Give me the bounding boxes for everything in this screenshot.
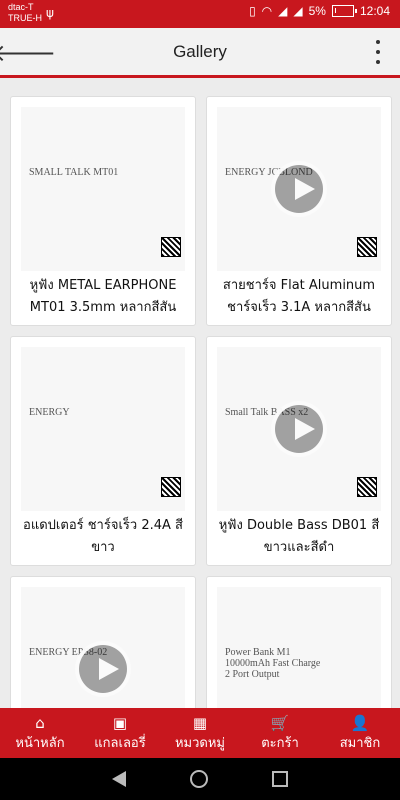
- more-vertical-icon: [376, 40, 380, 44]
- gallery-card[interactable]: ENERGY อแดปเตอร์ ชาร์จเร็ว 2.4A สีขาว: [10, 336, 196, 566]
- gallery-card-title: หูฟัง Double Bass DB01 สีขาวและสีดำ: [218, 518, 380, 555]
- gallery-card-title: อแดปเตอร์ ชาร์จเร็ว 2.4A สีขาว: [23, 518, 183, 555]
- carrier-secondary: TRUE-H: [8, 13, 42, 23]
- gallery-grid: SMALL TALK MT01 หูฟัง METAL EARPHONE MT01…: [10, 96, 392, 708]
- status-bar: dtac-T TRUE-H ψ ▯ ◠ ◢ ◢ 5% 12:04: [0, 0, 400, 28]
- nav-label: แกลเลอรี่: [94, 735, 146, 751]
- status-icons: ▯ ◠ ◢ ◢ 5% 12:04: [249, 4, 390, 18]
- gallery-card[interactable]: SMALL TALK MT01 หูฟัง METAL EARPHONE MT01…: [10, 96, 196, 326]
- more-options-button[interactable]: [374, 40, 382, 64]
- nav-item-grid[interactable]: ▦ หมวดหมู่: [160, 708, 240, 758]
- play-video-icon[interactable]: [271, 401, 327, 457]
- battery-percent: 5%: [308, 4, 326, 18]
- home-icon: ⌂: [35, 713, 45, 732]
- nav-label: หน้าหลัก: [15, 735, 65, 751]
- page-title: Gallery: [173, 42, 227, 61]
- system-recents-button[interactable]: [272, 771, 288, 787]
- image-icon: ▣: [112, 713, 128, 732]
- thumbnail-caption: ENERGY: [29, 407, 70, 418]
- carrier-primary: dtac-T: [8, 2, 34, 12]
- app-bar: 🡐 Gallery: [0, 28, 400, 78]
- cart-icon: 🛒: [270, 713, 290, 732]
- thumbnail-caption: Power Bank M1 10000mAh Fast Charge 2 Por…: [225, 647, 321, 680]
- wifi-icon: ◠: [261, 4, 273, 18]
- qr-code-icon: [161, 237, 181, 257]
- gallery-card[interactable]: Power Bank M1 10000mAh Fast Charge 2 Por…: [206, 576, 392, 708]
- signal-icon: ◢: [278, 4, 288, 18]
- bottom-nav: ⌂ หน้าหลัก ▣ แกลเลอรี่ ▦ หมวดหมู่ 🛒 ตะกร้า 👤 สมาช…: [0, 708, 400, 758]
- battery-fill: [334, 8, 336, 13]
- gallery-thumbnail[interactable]: ENERGY JCBLOND: [217, 107, 381, 271]
- qr-code-icon: [357, 477, 377, 497]
- gallery-card-title: สายชาร์จ Flat Aluminum ชาร์จเร็ว 3.1A หล…: [222, 278, 376, 315]
- gallery-card[interactable]: ENERGY JCBLOND สายชาร์จ Flat Aluminum ชาร…: [206, 96, 392, 326]
- system-back-button[interactable]: [112, 771, 126, 787]
- play-video-icon[interactable]: [271, 161, 327, 217]
- gallery-thumbnail[interactable]: SMALL TALK MT01: [21, 107, 185, 271]
- system-home-button[interactable]: [190, 770, 208, 788]
- nav-item-image[interactable]: ▣ แกลเลอรี่: [80, 708, 160, 758]
- qr-code-icon: [161, 477, 181, 497]
- vibrate-icon: ▯: [249, 4, 256, 18]
- nav-label: สมาชิก: [339, 735, 381, 751]
- signal-icon: ◢: [293, 4, 303, 18]
- nav-item-user[interactable]: 👤 สมาชิก: [320, 708, 400, 758]
- thumbnail-caption: SMALL TALK MT01: [29, 167, 119, 178]
- user-icon: 👤: [350, 713, 370, 732]
- gallery-card[interactable]: Small Talk BASS x2 หูฟัง Double Bass DB01…: [206, 336, 392, 566]
- gallery-card[interactable]: ENERGY EPS8-02: [10, 576, 196, 708]
- battery-icon: [331, 5, 357, 17]
- grid-icon: ▦: [192, 713, 208, 732]
- carrier-info: dtac-T TRUE-H: [8, 2, 42, 24]
- more-vertical-icon: [376, 50, 380, 54]
- gallery-thumbnail[interactable]: ENERGY: [21, 347, 185, 511]
- nav-item-home[interactable]: ⌂ หน้าหลัก: [0, 708, 80, 758]
- nav-item-cart[interactable]: 🛒 ตะกร้า: [240, 708, 320, 758]
- clock: 12:04: [359, 4, 390, 18]
- gallery-card-title: หูฟัง METAL EARPHONE MT01 3.5mm หลากสีสั…: [29, 278, 177, 315]
- gallery-thumbnail[interactable]: ENERGY EPS8-02: [21, 587, 185, 708]
- system-nav-bar: [0, 758, 400, 800]
- usb-icon: ψ: [46, 6, 54, 20]
- nav-label: ตะกร้า: [261, 735, 299, 751]
- nav-label: หมวดหมู่: [174, 735, 226, 751]
- more-vertical-icon: [376, 60, 380, 64]
- qr-code-icon: [357, 237, 377, 257]
- gallery-thumbnail[interactable]: Small Talk BASS x2: [217, 347, 381, 511]
- play-video-icon[interactable]: [75, 641, 131, 697]
- gallery-thumbnail[interactable]: Power Bank M1 10000mAh Fast Charge 2 Por…: [217, 587, 381, 708]
